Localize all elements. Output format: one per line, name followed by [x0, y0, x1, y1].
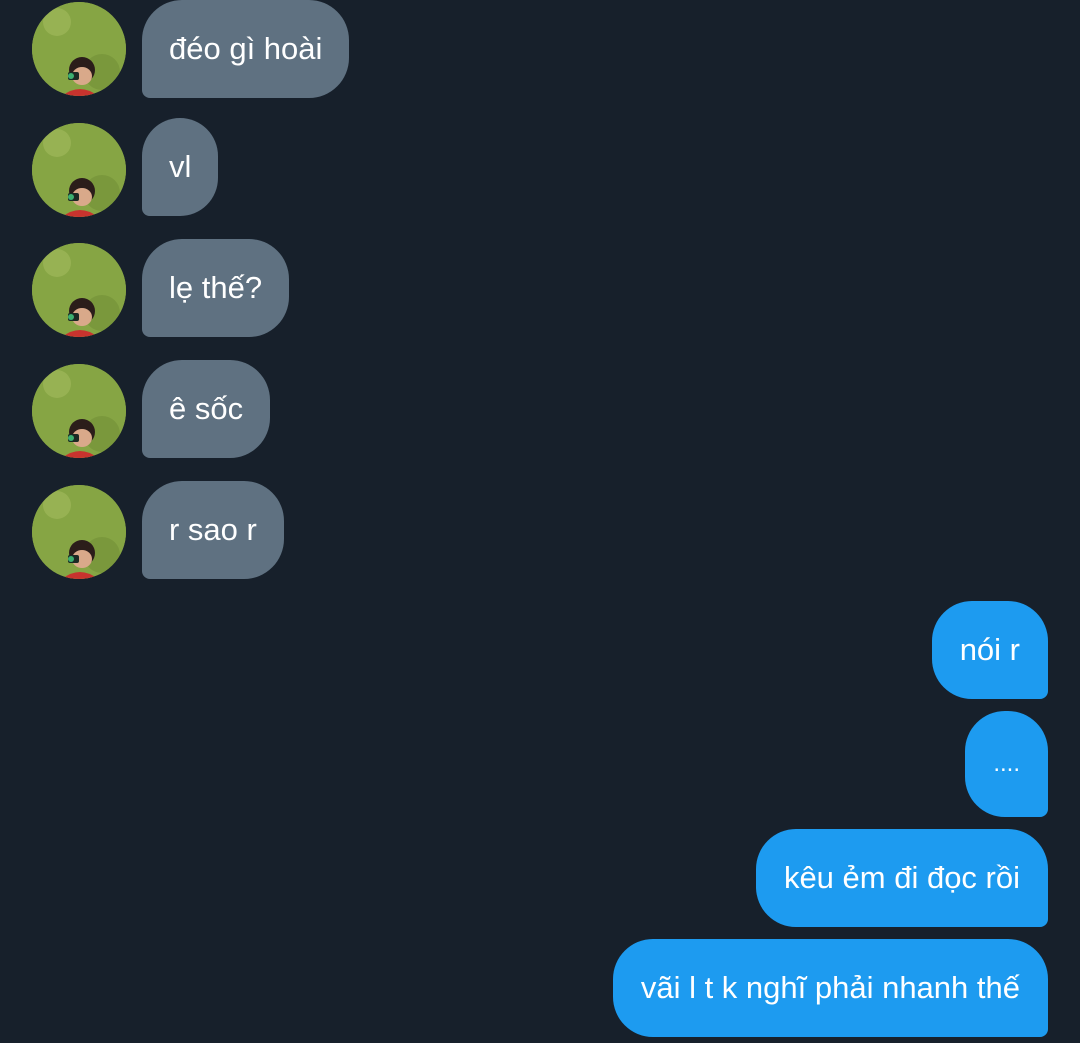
avatar-photo-icon	[32, 123, 126, 217]
message-text: đéo gì hoài	[169, 31, 323, 66]
sender-avatar[interactable]	[32, 2, 126, 96]
conversation-thread: đéo gì hoài vl lẹ thế? ê sốc r sao r nói…	[0, 0, 1080, 1043]
sender-avatar[interactable]	[32, 243, 126, 337]
message-text: ....	[993, 750, 1020, 777]
avatar-photo-icon	[32, 243, 126, 337]
sender-avatar[interactable]	[32, 485, 126, 579]
outgoing-message-bubble[interactable]: nói r	[931, 601, 1048, 699]
avatar-photo-icon	[32, 2, 126, 96]
incoming-message-bubble[interactable]: r sao r	[142, 481, 284, 579]
outgoing-message-bubble[interactable]: vãi l t k nghĩ phải nhanh thế	[612, 939, 1048, 1037]
sender-avatar[interactable]	[32, 123, 126, 217]
message-text: vãi l t k nghĩ phải nhanh thế	[640, 970, 1020, 1005]
avatar-photo-icon	[32, 485, 126, 579]
incoming-message-bubble[interactable]: vl	[142, 118, 219, 216]
avatar-photo-icon	[32, 364, 126, 458]
message-text: ê sốc	[169, 391, 244, 426]
incoming-message-bubble[interactable]: đéo gì hoài	[142, 0, 350, 98]
message-text: vl	[169, 149, 192, 184]
message-text: lẹ thế?	[169, 270, 263, 305]
message-text: nói r	[959, 632, 1020, 667]
outgoing-message-bubble[interactable]: kêu ẻm đi đọc rồi	[755, 829, 1048, 927]
message-text: kêu ẻm đi đọc rồi	[783, 860, 1020, 895]
sender-avatar[interactable]	[32, 364, 126, 458]
incoming-message-bubble[interactable]: ê sốc	[142, 360, 271, 458]
message-text: r sao r	[169, 512, 257, 547]
outgoing-message-bubble[interactable]: ....	[965, 711, 1048, 817]
incoming-message-bubble[interactable]: lẹ thế?	[142, 239, 290, 337]
